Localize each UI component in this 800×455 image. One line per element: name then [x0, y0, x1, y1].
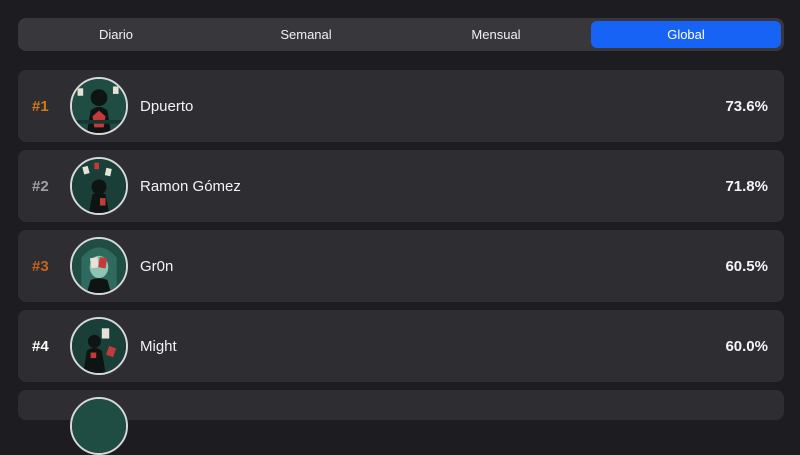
player-avatar-icon — [70, 237, 128, 295]
player-avatar-icon — [70, 77, 128, 135]
leaderboard-row[interactable] — [18, 390, 784, 455]
player-score: 60.0% — [725, 337, 768, 355]
rank-label: #1 — [32, 97, 49, 115]
player-score: 71.8% — [725, 177, 768, 195]
player-name: Might — [140, 337, 177, 355]
period-tabs: Diario Semanal Mensual Global — [18, 18, 784, 51]
rank-label: #4 — [32, 337, 49, 355]
tab-diario[interactable]: Diario — [21, 21, 211, 48]
leaderboard-list: #1 Dpuerto 73.6% #2 Ramon Gómez 71.8% #3… — [18, 70, 784, 455]
player-score: 73.6% — [725, 97, 768, 115]
player-name: Dpuerto — [140, 97, 194, 115]
player-name: Gr0n — [140, 257, 174, 275]
leaderboard-row[interactable]: #1 Dpuerto 73.6% — [18, 70, 784, 142]
player-avatar-icon — [70, 397, 128, 455]
rank-label: #2 — [32, 177, 49, 195]
tab-semanal[interactable]: Semanal — [211, 21, 401, 48]
leaderboard-row[interactable]: #2 Ramon Gómez 71.8% — [18, 150, 784, 222]
player-name: Ramon Gómez — [140, 177, 241, 195]
player-score: 60.5% — [725, 257, 768, 275]
leaderboard-row[interactable]: #4 Might 60.0% — [18, 310, 784, 382]
tab-mensual[interactable]: Mensual — [401, 21, 591, 48]
leaderboard-row[interactable]: #3 Gr0n 60.5% — [18, 230, 784, 302]
player-avatar-icon — [70, 317, 128, 375]
player-avatar-icon — [70, 157, 128, 215]
tab-global[interactable]: Global — [591, 21, 781, 48]
rank-label: #3 — [32, 257, 49, 275]
